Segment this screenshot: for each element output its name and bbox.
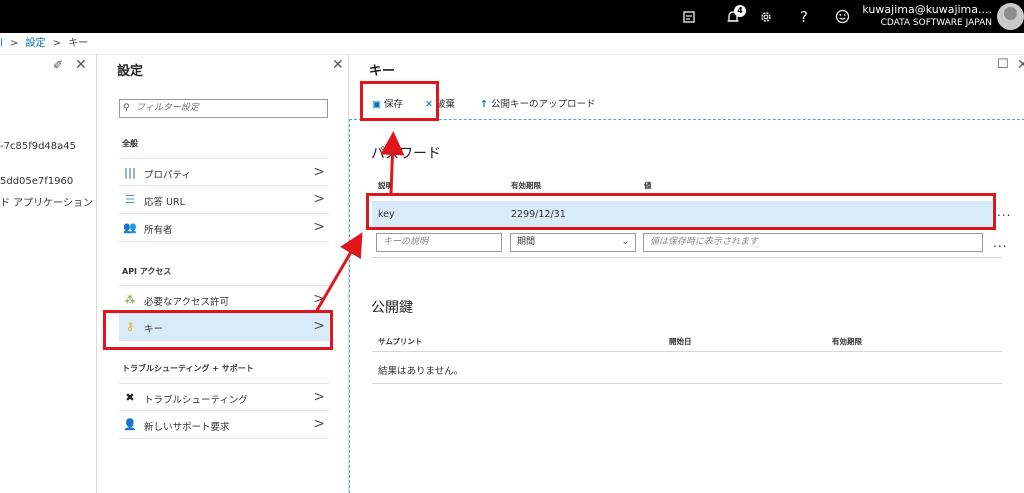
public-key-section-title: 公開鍵 (371, 300, 413, 316)
app-blade: ✐ ✕ -7c85f9d48a45 5dd05e7f1960 ド アプリケーショ… (0, 55, 96, 493)
annotation-box-key-row (366, 193, 996, 230)
avatar[interactable] (997, 3, 1024, 30)
user-org[interactable]: CDATA SOFTWARE JAPAN (881, 18, 992, 29)
menu-item-properties[interactable]: ||| プロパティ > (119, 158, 329, 186)
column-header-expires: 有効期限 (511, 181, 541, 190)
column-header-description: 説明 (378, 181, 393, 190)
notification-icon[interactable]: 4 (719, 0, 747, 33)
close-icon[interactable]: ✕ (1017, 57, 1024, 73)
permissions-icon: ⁂ (124, 293, 136, 306)
breadcrumb-key: キー (68, 38, 89, 49)
top-bar: 4 ? kuwajima@kuwajima.... CDATA SOFTWARE… (0, 0, 1024, 33)
menu-item-label: 所有者 (144, 225, 173, 236)
menu-item-troubleshooting[interactable]: ✖ トラブルシューティング > (119, 383, 329, 411)
row-divider (372, 351, 1002, 352)
chevron-right-icon: > (313, 191, 325, 207)
maximize-icon[interactable]: ☐ (997, 57, 1009, 72)
section-header-support: トラブルシューティング + サポート (122, 364, 254, 373)
feedback-icon[interactable] (675, 0, 703, 33)
section-header-api: API アクセス (122, 267, 172, 276)
chevron-down-icon: ⌄ (621, 237, 629, 247)
duration-value: 期間 (517, 237, 536, 247)
close-icon[interactable]: ✕ (332, 57, 344, 73)
more-icon[interactable]: ... (993, 236, 1007, 250)
column-header-start-date: 開始日 (669, 337, 692, 346)
menu-item-owners[interactable]: 👥 所有者 > (119, 214, 329, 242)
help-icon[interactable]: ? (790, 0, 818, 33)
upload-icon: ↑ (480, 99, 488, 110)
app-type-fragment: ド アプリケーション (0, 198, 93, 209)
row-divider (372, 383, 1002, 384)
key-description-input[interactable]: キーの説明 (376, 233, 502, 252)
chevron-right-icon: > (313, 416, 325, 432)
keys-blade: キー ☐ ✕ ▣ 保存 ✕ 破棄 ↑ 公開キーのアップロード パスワード 説明 有効期… (348, 55, 1024, 493)
object-id-fragment: 5dd05e7f1960 (0, 176, 74, 187)
user-name[interactable]: kuwajima@kuwajima.... (862, 4, 992, 16)
list-icon: ☰ (125, 193, 135, 206)
filter-input[interactable]: ⚲ フィルター設定 (119, 99, 328, 118)
menu-item-label: 応答 URL (144, 197, 185, 208)
support-icon: 👤 (123, 418, 137, 431)
chevron-right-icon: > (313, 164, 325, 180)
breadcrumb-settings[interactable]: 設定 (26, 38, 46, 49)
chevron-right-icon: > (313, 219, 325, 235)
menu-item-label: トラブルシューティング (144, 395, 248, 406)
filter-placeholder: フィルター設定 (136, 103, 199, 113)
settings-blade: 設定 ✕ ⚲ フィルター設定 全般 ||| プロパティ > ☰ 応答 URL >… (96, 55, 348, 493)
column-header-value: 値 (644, 181, 652, 190)
blade-title: キー (369, 64, 396, 79)
smiley-icon[interactable] (828, 0, 856, 33)
upload-public-key-button[interactable]: ↑ 公開キーのアップロード (480, 96, 595, 110)
breadcrumb-separator: > (52, 38, 62, 49)
section-header-general: 全般 (122, 139, 138, 148)
menu-item-label: プロパティ (144, 170, 191, 181)
breadcrumb-lead[interactable]: l (0, 38, 3, 49)
blade-title: 設定 (117, 64, 144, 79)
more-icon[interactable]: ... (997, 205, 1011, 219)
gear-icon[interactable] (752, 0, 780, 33)
menu-item-new-support-request[interactable]: 👤 新しいサポート要求 > (119, 411, 329, 439)
menu-item-reply-url[interactable]: ☰ 応答 URL > (119, 186, 329, 214)
tools-icon: ✖ (125, 391, 135, 404)
menu-item-label: 新しいサポート要求 (144, 422, 230, 433)
pin-icon[interactable]: ✐ (53, 58, 63, 72)
row-divider (372, 257, 1002, 258)
properties-icon: ||| (123, 166, 137, 179)
password-section-title: パスワード (371, 146, 441, 162)
toolbar-divider (349, 119, 1024, 120)
chevron-right-icon: > (313, 291, 325, 307)
breadcrumb: l > 設定 > キー (0, 33, 1024, 55)
duration-select[interactable]: 期間 ⌄ (510, 233, 636, 252)
chevron-right-icon: > (313, 389, 325, 405)
annotation-box-save (360, 81, 439, 121)
search-icon: ⚲ (123, 103, 130, 113)
column-header-expires: 有効期限 (832, 337, 862, 346)
app-id-fragment: -7c85f9d48a45 (0, 141, 77, 152)
menu-item-permissions[interactable]: ⁂ 必要なアクセス許可 > (119, 285, 329, 313)
column-header-thumbprint: サムプリント (378, 337, 423, 346)
close-icon[interactable]: ✕ (75, 57, 87, 73)
key-value-field: 値は保存時に表示されます (643, 233, 983, 252)
menu-item-label: 必要なアクセス許可 (144, 297, 230, 308)
content-divider (349, 119, 350, 493)
notification-badge: 4 (734, 5, 746, 17)
breadcrumb-separator: > (9, 38, 19, 49)
annotation-box-key-menu (103, 310, 333, 350)
users-icon: 👥 (123, 221, 137, 234)
empty-results-text: 結果はありません。 (378, 366, 464, 377)
upload-label: 公開キーのアップロード (490, 99, 596, 110)
